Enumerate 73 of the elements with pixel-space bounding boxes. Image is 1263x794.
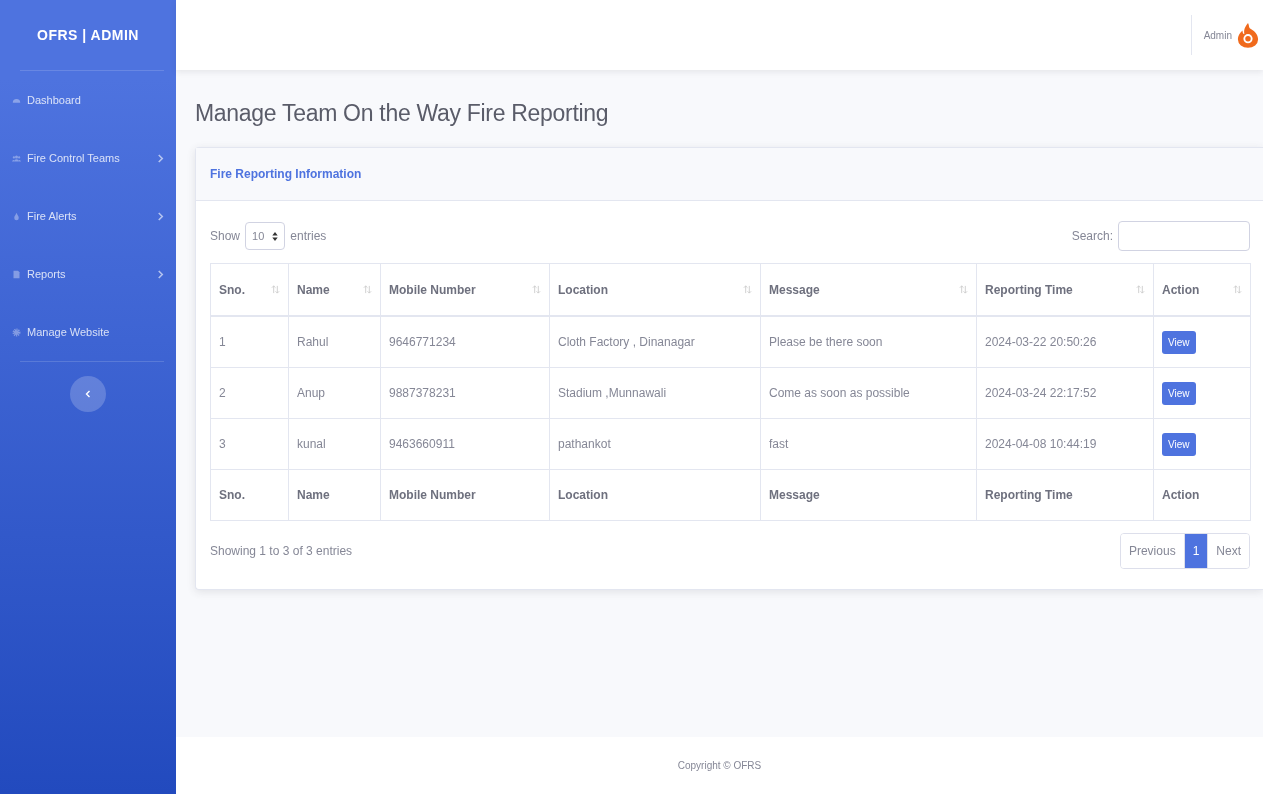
sidebar-item[interactable]: Fire Alerts	[8, 187, 176, 245]
table-cell: Anup	[288, 367, 381, 419]
column-header[interactable]: Message	[760, 263, 977, 316]
brand-title[interactable]: OFRS | ADMIN	[8, 0, 168, 70]
column-header[interactable]: Reporting Time	[976, 263, 1154, 316]
entries-select[interactable]: 10	[245, 222, 286, 250]
sidebar-item-label: Reports	[27, 268, 67, 280]
sidebar-item-label: Manage Website	[27, 326, 111, 338]
table-cell: Stadium ,Munnawali	[549, 367, 761, 419]
pagination-button[interactable]: Next	[1207, 534, 1249, 568]
flame-icon	[12, 211, 21, 221]
chevron-left-icon	[85, 390, 91, 398]
sort-icon	[532, 285, 541, 294]
column-footer: Sno.	[210, 469, 289, 521]
sidebar-item-label: Fire Alerts	[27, 210, 78, 222]
column-header[interactable]: Mobile Number	[380, 263, 550, 316]
table-cell: Please be there soon	[760, 316, 977, 368]
table-cell: pathankot	[549, 418, 761, 470]
table-cell: 9646771234	[380, 316, 550, 368]
table-cell: Cloth Factory , Dinanagar	[549, 316, 761, 368]
sort-icon	[959, 285, 968, 294]
search-field[interactable]	[1118, 221, 1250, 251]
sidebar-toggle-button[interactable]	[70, 376, 106, 412]
sort-icon	[743, 285, 752, 294]
sort-icon	[271, 285, 280, 294]
gear-icon	[12, 327, 21, 337]
sort-icon	[1233, 285, 1242, 294]
copyright-text: Copyright © OFRS	[677, 760, 762, 771]
table-cell: Rahul	[288, 316, 381, 368]
view-button[interactable]: View	[1162, 432, 1196, 456]
sidebar-item[interactable]: Manage Website	[8, 303, 176, 361]
pagination-button[interactable]: 1	[1183, 534, 1208, 568]
show-label: Show	[210, 229, 241, 243]
column-header[interactable]: Sno.	[210, 263, 289, 316]
table-cell: 9463660911	[380, 418, 550, 470]
table-cell: fast	[760, 418, 977, 470]
column-footer: Name	[288, 469, 381, 521]
column-header[interactable]: Location	[549, 263, 761, 316]
table-cell: 9887378231	[380, 367, 550, 419]
column-header[interactable]: Name	[288, 263, 381, 316]
table-cell: 3	[210, 418, 289, 470]
column-footer: Action	[1153, 469, 1251, 521]
table-cell: Come as soon as possible	[760, 367, 977, 419]
column-footer: Location	[549, 469, 761, 521]
table-cell: 2024-03-22 20:50:26	[976, 316, 1154, 368]
sort-caret-icon	[272, 231, 279, 241]
card-title: Fire Reporting Information	[210, 167, 362, 181]
column-header[interactable]: Action	[1153, 263, 1251, 316]
sidebar-item-label: Dashboard	[27, 94, 82, 106]
entries-info: Showing 1 to 3 of 3 entries	[210, 544, 353, 558]
sort-icon	[1136, 285, 1145, 294]
table-cell: 1	[210, 316, 289, 368]
column-footer: Message	[760, 469, 977, 521]
sidebar-item[interactable]: Dashboard	[8, 71, 176, 129]
table-cell: 2024-04-08 10:44:19	[976, 418, 1154, 470]
sidebar-item[interactable]: Reports	[8, 245, 176, 303]
view-button[interactable]: View	[1162, 330, 1196, 354]
table-cell: 2024-03-24 22:17:52	[976, 367, 1154, 419]
file-icon	[12, 269, 21, 279]
users-icon	[12, 153, 21, 163]
sort-icon	[363, 285, 372, 294]
sidebar-item[interactable]: Fire Control Teams	[8, 129, 176, 187]
table-cell: 2	[210, 367, 289, 419]
column-footer: Mobile Number	[380, 469, 550, 521]
table-cell: kunal	[288, 418, 381, 470]
user-name[interactable]: Admin	[1203, 29, 1232, 41]
sidebar-item-label: Fire Control Teams	[27, 152, 121, 164]
view-button[interactable]: View	[1162, 381, 1196, 405]
column-footer: Reporting Time	[976, 469, 1154, 521]
entries-label: entries	[290, 229, 327, 243]
search-label: Search:	[1071, 229, 1113, 243]
page-title: Manage Team On the Way Fire Reporting	[195, 100, 610, 127]
flame-avatar-icon[interactable]	[1237, 22, 1259, 48]
